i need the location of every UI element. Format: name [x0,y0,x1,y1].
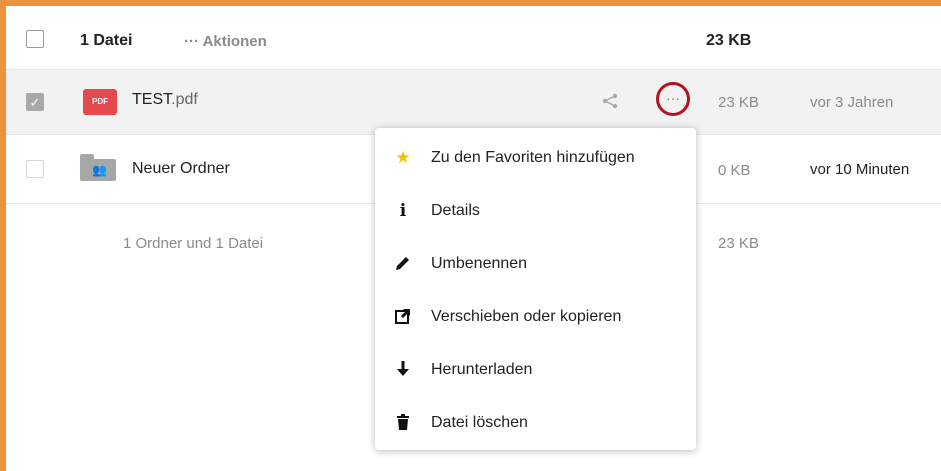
pencil-icon [393,254,413,277]
selection-size: 23 KB [706,32,752,49]
menu-item-details[interactable]: i Details [375,185,696,237]
menu-item-rename[interactable]: Umbenennen [375,238,696,290]
menu-item-label: Umbenennen [431,255,528,272]
menu-item-label: Datei löschen [431,414,528,431]
file-list-header: 1 Datei ··· Aktionen 23 KB [6,6,941,70]
file-context-menu: ★ Zu den Favoriten hinzufügen i Details … [375,128,696,450]
pdf-icon: PDF [83,89,117,115]
summary-text: 1 Ordner und 1 Datei [123,235,264,252]
menu-item-label: Zu den Favoriten hinzufügen [431,149,635,166]
select-all-checkbox[interactable] [26,30,44,48]
file-extension: .pdf [171,91,198,108]
file-size: 23 KB [718,94,759,111]
summary-size: 23 KB [718,235,759,252]
file-modified: vor 3 Jahren [810,94,894,111]
file-name-base: TEST [132,91,172,108]
folder-modified: vor 10 Minuten [810,161,910,178]
row-checkbox[interactable]: ✓ [26,93,44,111]
menu-item-label: Details [431,202,480,219]
folder-size: 0 KB [718,162,751,179]
trash-icon [393,413,413,436]
menu-item-label: Herunterladen [431,361,533,378]
row-checkbox[interactable] [26,160,44,178]
share-icon[interactable] [601,92,619,115]
star-icon: ★ [395,148,411,167]
menu-item-download[interactable]: Herunterladen [375,344,696,396]
shared-folder-icon: 👥 [80,154,116,181]
menu-item-delete[interactable]: Datei löschen [375,397,696,449]
menu-item-add-favorite[interactable]: ★ Zu den Favoriten hinzufügen [375,132,696,184]
info-icon: i [399,201,407,221]
download-arrow-icon [393,360,413,383]
actions-menu-button[interactable]: ··· Aktionen [184,33,267,50]
more-actions-button[interactable]: ··· [656,82,690,116]
menu-item-label: Verschieben oder kopieren [431,308,622,325]
external-link-icon [393,307,413,330]
folder-name[interactable]: Neuer Ordner [132,160,230,178]
menu-item-move-copy[interactable]: Verschieben oder kopieren [375,291,696,343]
selection-count: 1 Datei [80,32,133,49]
table-row-test-pdf[interactable]: ✓ PDF TEST.pdf ··· 23 KB vor 3 Jahren [6,70,941,135]
file-name[interactable]: TEST.pdf [132,91,198,109]
